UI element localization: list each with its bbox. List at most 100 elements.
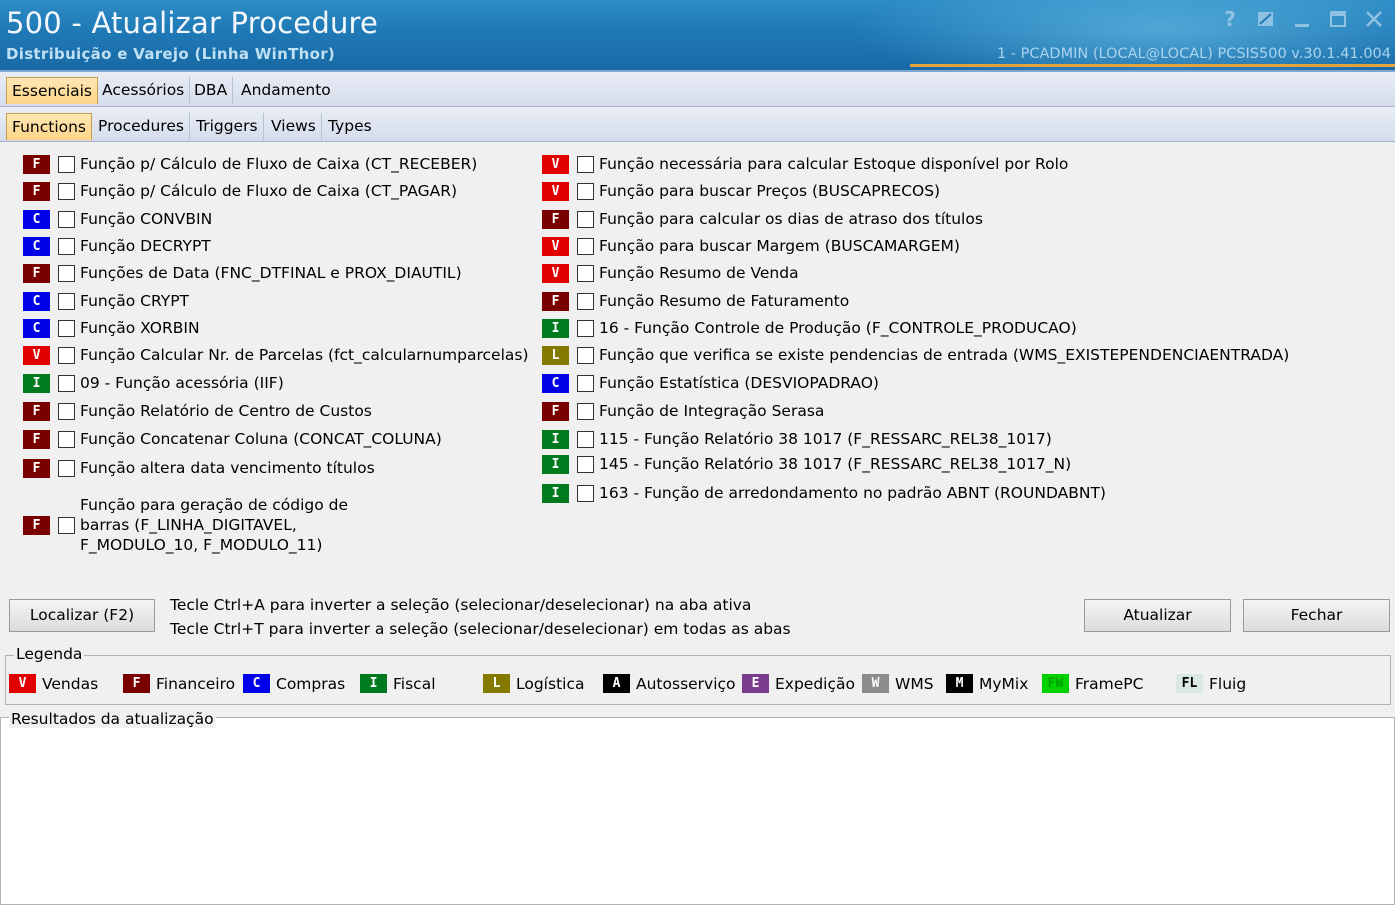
function-checkbox[interactable]	[58, 292, 75, 310]
function-checkbox[interactable]	[577, 430, 594, 448]
function-item[interactable]: F Função de Integração Serasa	[542, 399, 824, 423]
results-panel[interactable]: Resultados da atualização	[0, 710, 1395, 905]
function-checkbox[interactable]	[58, 210, 75, 228]
function-label: 115 - Função Relatório 38 1017 (F_RESSAR…	[599, 430, 1052, 448]
function-label: Função p/ Cálculo de Fluxo de Caixa (CT_…	[80, 182, 458, 200]
find-button[interactable]: Localizar (F2)	[9, 599, 155, 632]
function-checkbox[interactable]	[58, 430, 75, 448]
function-label: Função CRYPT	[80, 292, 190, 310]
function-item[interactable]: V Função necessária para calcular Estoque…	[542, 152, 1068, 176]
category-badge: C	[23, 318, 50, 338]
function-label: Função altera data vencimento títulos	[80, 459, 375, 477]
function-item[interactable]: I 09 - Função acessória (IIF)	[23, 371, 284, 395]
category-badge: V	[542, 154, 569, 174]
function-checkbox[interactable]	[577, 346, 594, 364]
tab-essenciais[interactable]: Essenciais	[6, 77, 99, 104]
function-checkbox[interactable]	[58, 155, 75, 173]
function-item[interactable]: I 163 - Função de arredondamento no padrã…	[542, 481, 1106, 505]
function-label: Função XORBIN	[80, 319, 200, 337]
category-badge: C	[542, 373, 569, 393]
function-item[interactable]: I 16 - Função Controle de Produção (F_CON…	[542, 316, 1077, 340]
legend-item: F Financeiro	[123, 674, 235, 693]
function-checkbox[interactable]	[577, 237, 594, 255]
function-item[interactable]: F Função p/ Cálculo de Fluxo de Caixa (CT…	[23, 152, 477, 176]
function-item[interactable]: F Função para calcular os dias de atraso …	[542, 207, 983, 231]
category-badge: V	[542, 181, 569, 201]
function-checkbox[interactable]	[58, 402, 75, 420]
function-item[interactable]: F Função para geração de código de barras…	[23, 494, 400, 556]
function-checkbox[interactable]	[58, 459, 75, 477]
category-badge: FW	[1042, 674, 1069, 693]
function-checkbox[interactable]	[577, 292, 594, 310]
tab-types[interactable]: Types	[323, 113, 377, 140]
function-item[interactable]: F Função Resumo de Faturamento	[542, 289, 849, 313]
function-item[interactable]: F Função altera data vencimento títulos	[23, 456, 375, 480]
tab-andamento[interactable]: Andamento	[236, 77, 336, 104]
function-checkbox[interactable]	[577, 484, 594, 502]
category-badge: F	[23, 458, 50, 478]
window-controls: ?	[1219, 8, 1385, 30]
function-item[interactable]: C Função XORBIN	[23, 316, 200, 340]
function-checkbox[interactable]	[58, 374, 75, 392]
function-checkbox[interactable]	[58, 182, 75, 200]
tab-acessorios[interactable]: Acessórios	[97, 77, 191, 104]
tab-functions[interactable]: Functions	[6, 113, 93, 140]
function-label: 163 - Função de arredondamento no padrão…	[599, 484, 1106, 502]
function-label: Função para geração de código de barras …	[80, 496, 349, 554]
function-item[interactable]: F Função Relatório de Centro de Custos	[23, 399, 372, 423]
category-badge: F	[23, 515, 50, 535]
maximize-icon[interactable]	[1327, 8, 1349, 30]
function-item[interactable]: V Função Calcular Nr. de Parcelas (fct_ca…	[23, 343, 529, 367]
function-item[interactable]: L Função que verifica se existe pendencia…	[542, 343, 1289, 367]
minimize-icon[interactable]	[1291, 8, 1313, 30]
function-item[interactable]: I 145 - Função Relatório 38 1017 (F_RESSA…	[542, 452, 1071, 476]
function-item[interactable]: C Função CONVBIN	[23, 207, 212, 231]
function-checkbox[interactable]	[58, 237, 75, 255]
close-button[interactable]: Fechar	[1243, 599, 1390, 632]
help-icon[interactable]: ?	[1219, 8, 1241, 30]
category-badge: C	[243, 674, 270, 693]
close-icon[interactable]	[1363, 8, 1385, 30]
function-checkbox[interactable]	[577, 264, 594, 282]
function-checkbox[interactable]	[577, 374, 594, 392]
function-checkbox[interactable]	[577, 319, 594, 337]
tab-procedures[interactable]: Procedures	[93, 113, 190, 140]
update-button[interactable]: Atualizar	[1084, 599, 1231, 632]
category-badge: V	[23, 345, 50, 365]
function-item[interactable]: F Funções de Data (FNC_DTFINAL e PROX_DIA…	[23, 261, 462, 285]
function-item[interactable]: C Função DECRYPT	[23, 234, 211, 258]
tab-views[interactable]: Views	[266, 113, 322, 140]
session-info: 1 - PCADMIN (LOCAL@LOCAL) PCSIS500 v.30.…	[996, 46, 1391, 62]
function-item[interactable]: C Função Estatística (DESVIOPADRAO)	[542, 371, 879, 395]
category-badge: I	[542, 483, 569, 503]
function-checkbox[interactable]	[58, 264, 75, 282]
category-badge: W	[862, 674, 889, 693]
legend-item: C Compras	[243, 674, 345, 693]
close-button-label: Fechar	[1290, 606, 1343, 624]
function-item[interactable]: V Função para buscar Preços (BUSCAPRECOS)	[542, 179, 940, 203]
tab-dba[interactable]: DBA	[189, 77, 234, 104]
function-item[interactable]: F Função p/ Cálculo de Fluxo de Caixa (CT…	[23, 179, 457, 203]
legend-title: Legenda	[14, 645, 85, 663]
function-item[interactable]: I 115 - Função Relatório 38 1017 (F_RESSA…	[542, 427, 1052, 451]
function-checkbox[interactable]	[58, 346, 75, 364]
results-title: Resultados da atualização	[9, 710, 216, 728]
function-item[interactable]: V Função para buscar Margem (BUSCAMARGEM)	[542, 234, 960, 258]
function-checkbox[interactable]	[577, 455, 594, 473]
function-checkbox[interactable]	[577, 210, 594, 228]
legend-item: V Vendas	[9, 674, 98, 693]
category-badge: F	[542, 401, 569, 421]
function-checkbox[interactable]	[577, 155, 594, 173]
function-item[interactable]: F Função Concatenar Coluna (CONCAT_COLUNA…	[23, 427, 442, 451]
tab-triggers[interactable]: Triggers	[191, 113, 264, 140]
function-checkbox[interactable]	[577, 402, 594, 420]
function-checkbox[interactable]	[577, 182, 594, 200]
category-badge: A	[603, 674, 630, 693]
legend-label: MyMix	[979, 674, 1029, 693]
legend-label: Fiscal	[393, 674, 436, 693]
function-checkbox[interactable]	[58, 319, 75, 337]
function-item[interactable]: V Função Resumo de Venda	[542, 261, 799, 285]
function-checkbox[interactable]	[58, 516, 75, 534]
restore-icon[interactable]	[1255, 8, 1277, 30]
function-item[interactable]: C Função CRYPT	[23, 289, 189, 313]
